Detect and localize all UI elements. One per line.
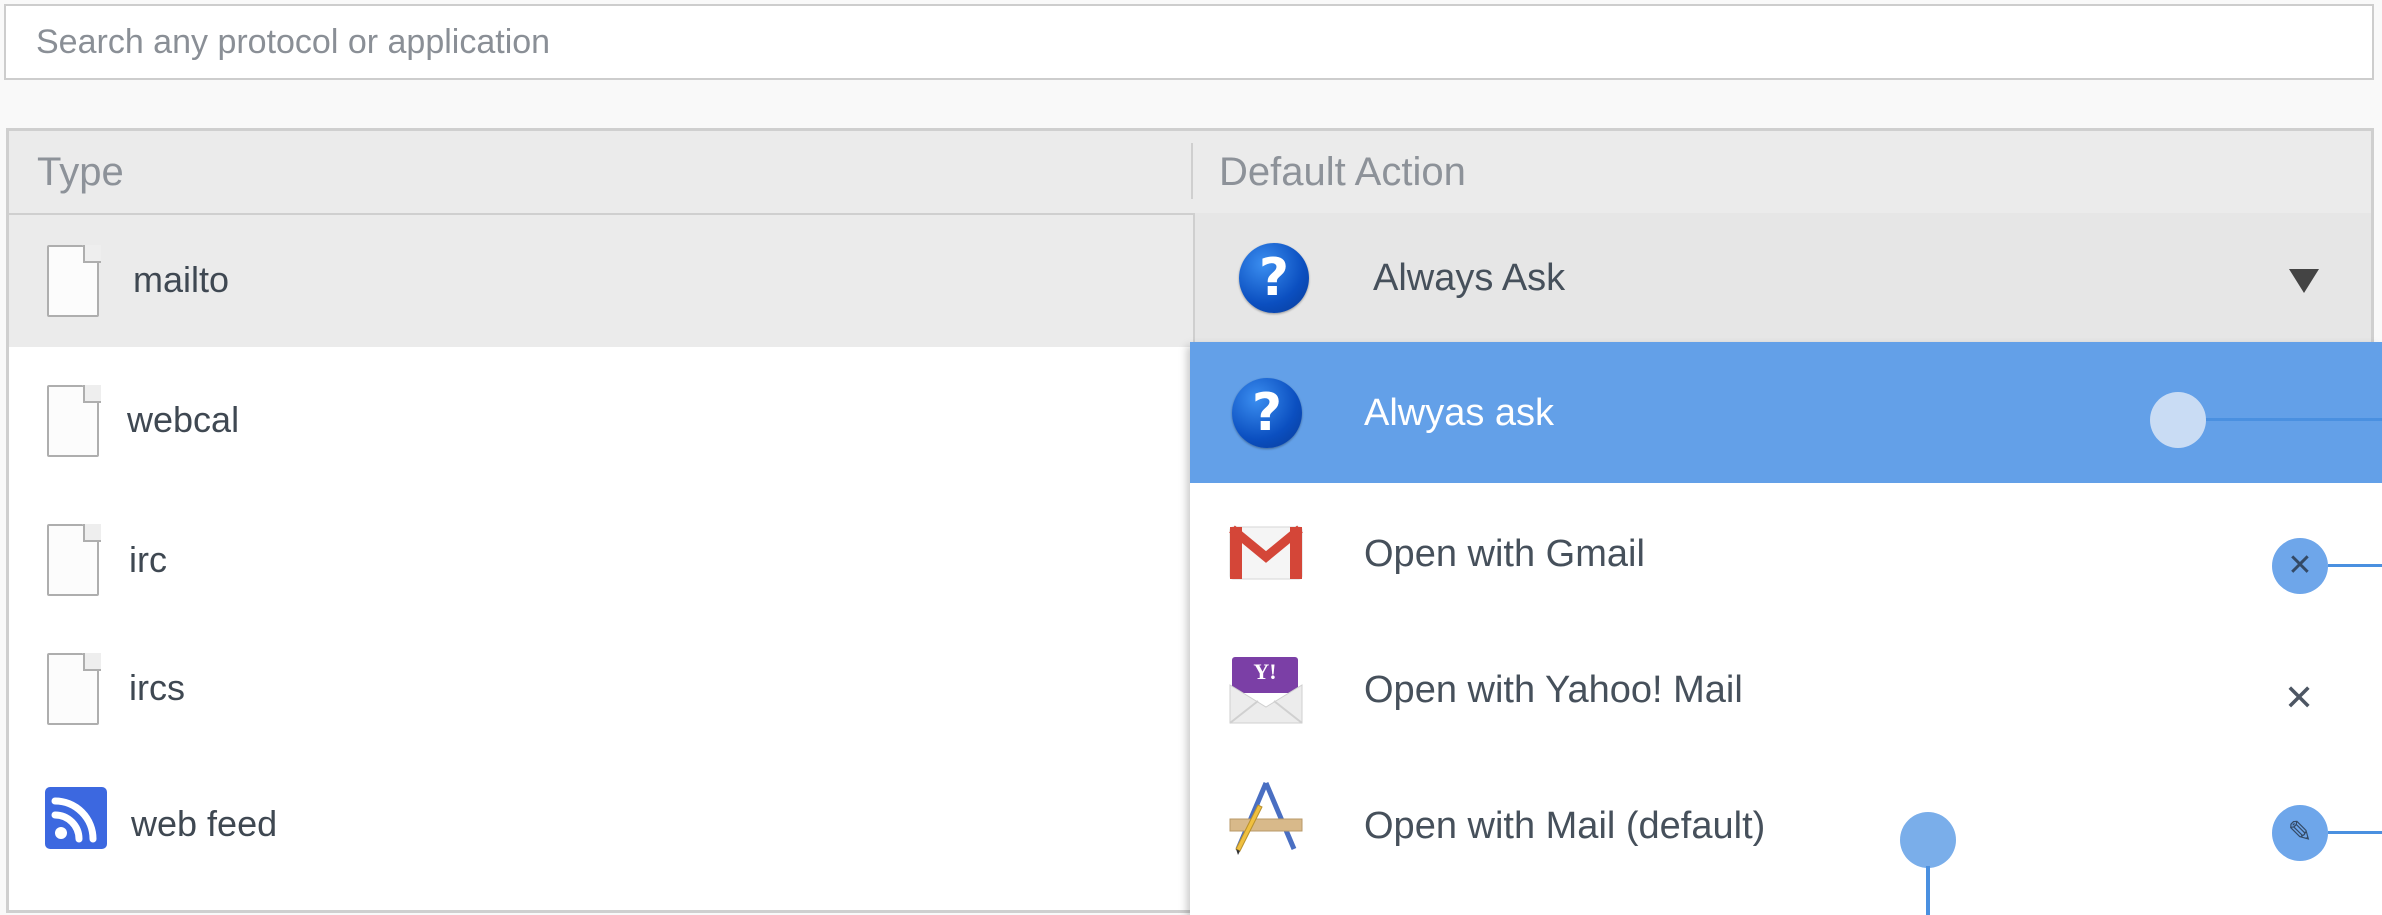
question-icon: ? [1232,378,1302,448]
document-fold [83,385,101,403]
row-label-type: ircs [129,667,185,708]
table-row-irc[interactable]: irc [9,489,1193,619]
row-label-type: webcal [127,399,240,440]
default-action-dropdown[interactable]: ? Always Ask [1193,213,2371,345]
yahoo-mail-icon: Y! [1228,651,1304,727]
rss-feed-icon [45,787,107,849]
row-label-type: irc [129,539,167,580]
annotation-dot [1900,812,1956,868]
menu-item-label: Alwyas ask [1364,392,1555,434]
search-input[interactable] [4,4,2374,80]
menu-item-open-with-mail-default[interactable]: Open with Mail (default) [1190,755,2382,915]
row-label-type: web feed [131,803,278,844]
table-row-ircs[interactable]: ircs [9,619,1193,749]
annotation-connector [2328,564,2382,567]
row-label-type: mailto [133,259,230,300]
annotation-connector [2206,418,2382,421]
gmail-icon [1228,515,1304,591]
document-fold [83,524,101,542]
remove-gmail-button[interactable]: ✕ [2272,538,2328,594]
edit-mail-button[interactable]: ✎ [2272,805,2328,861]
table-row-mailto[interactable]: mailto [9,215,1193,347]
menu-item-label: Open with Yahoo! Mail [1364,669,1743,711]
table-row-webcal[interactable]: webcal [9,347,1193,489]
remove-yahoo-mail-button[interactable]: ✕ [2284,678,2314,719]
question-icon: ? [1239,243,1309,313]
yahoo-badge-text: Y! [1253,659,1277,684]
menu-item-open-with-yahoo-mail[interactable]: Y! Open with Yahoo! Mail [1190,623,2382,755]
column-separator [1191,143,1193,199]
menu-item-label: Open with Gmail [1364,533,1645,575]
mail-app-icon [1228,779,1304,855]
document-fold [83,653,101,671]
table-header: Type Default Action [9,131,2371,215]
annotation-connector [2328,831,2382,834]
document-fold [83,245,101,263]
column-header-default-action[interactable]: Default Action [1219,131,1466,213]
chevron-down-icon[interactable] [2289,269,2319,293]
annotation-connector [1926,866,1930,915]
column-header-type[interactable]: Type [37,131,124,213]
selected-action-label: Always Ask [1373,257,1566,299]
menu-item-open-with-gmail[interactable]: Open with Gmail [1190,483,2382,623]
table-row-web-feed[interactable]: web feed [9,749,1193,883]
annotation-dot [2150,392,2206,448]
menu-item-label: Open with Mail (default) [1364,805,1766,847]
